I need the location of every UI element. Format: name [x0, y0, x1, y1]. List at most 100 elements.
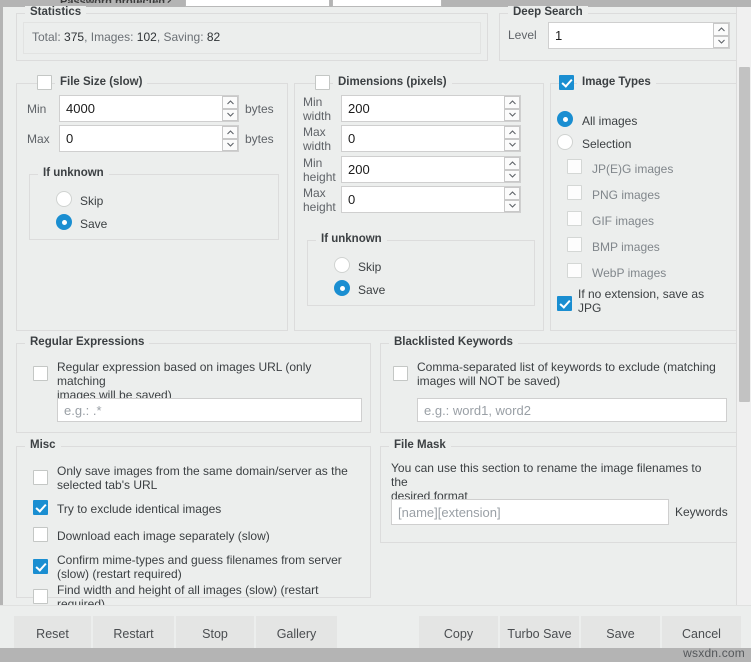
statistics-legend: Statistics — [25, 6, 87, 18]
dimensions-max-width-input[interactable] — [341, 125, 521, 152]
statistics-total-label: Total: — [32, 30, 61, 44]
regular-expressions-input[interactable] — [57, 398, 362, 422]
watermark: wsxdn.com — [683, 646, 745, 660]
file-size-if-unknown-radio-save[interactable] — [56, 214, 72, 230]
window-left-edge — [0, 7, 3, 662]
regular-expressions-checkbox[interactable] — [33, 366, 48, 381]
dimensions-min-height-input[interactable] — [341, 156, 521, 183]
top-clipped-field-2[interactable] — [332, 0, 442, 7]
file-size-enable-checkbox[interactable] — [37, 75, 52, 90]
dimensions-max-width-label: Max width — [303, 125, 332, 153]
spinner-up-icon[interactable] — [222, 126, 238, 139]
dimensions-if-unknown-radio-save[interactable] — [334, 280, 350, 296]
file-mask-input[interactable] — [391, 499, 669, 525]
file-size-if-unknown-radio-skip[interactable] — [56, 191, 72, 207]
image-types-label-all: All images — [582, 114, 638, 128]
spinner-down-icon[interactable] — [713, 35, 729, 48]
file-size-min-spinner[interactable] — [222, 96, 238, 121]
stop-button[interactable]: Stop — [176, 616, 254, 651]
file-size-if-unknown-label-skip: Skip — [80, 194, 104, 208]
misc-checkbox-same-domain[interactable] — [33, 470, 48, 485]
spinner-down-icon[interactable] — [504, 138, 520, 151]
spinner-up-icon[interactable] — [504, 187, 520, 200]
misc-checkbox-confirm-mime[interactable] — [33, 559, 48, 574]
dimensions-max-width-spinner[interactable] — [504, 126, 520, 151]
image-types-checkbox-jpeg[interactable] — [567, 159, 582, 174]
image-types-checkbox-gif[interactable] — [567, 211, 582, 226]
file-size-if-unknown-panel: If unknown Skip Save — [29, 167, 279, 240]
top-clipped-field-1[interactable] — [185, 0, 330, 7]
file-size-max-stepper[interactable] — [59, 125, 239, 152]
dimensions-min-width-spinner[interactable] — [504, 96, 520, 121]
blacklisted-keywords-checkbox[interactable] — [393, 366, 408, 381]
image-types-checkbox-no-extension[interactable] — [557, 296, 572, 311]
misc-checkbox-find-dimensions[interactable] — [33, 589, 48, 604]
spinner-down-icon[interactable] — [222, 138, 238, 151]
misc-label-download-separately: Download each image separately (slow) — [57, 529, 270, 543]
save-button[interactable]: Save — [581, 616, 660, 651]
statistics-images-label: Images: — [90, 30, 134, 44]
vertical-scrollbar[interactable] — [736, 7, 751, 605]
dimensions-min-height-stepper[interactable] — [341, 156, 521, 183]
image-types-enable-checkbox[interactable] — [559, 75, 574, 90]
copy-button[interactable]: Copy — [419, 616, 498, 651]
file-size-max-spinner[interactable] — [222, 126, 238, 151]
statistics-saving-value: 82 — [206, 30, 221, 44]
deep-search-level-stepper[interactable] — [548, 22, 730, 49]
spinner-down-icon[interactable] — [504, 169, 520, 182]
dimensions-enable-checkbox[interactable] — [315, 75, 330, 90]
gallery-button[interactable]: Gallery — [256, 616, 337, 651]
image-types-checkbox-bmp[interactable] — [567, 237, 582, 252]
dimensions-min-width-stepper[interactable] — [341, 95, 521, 122]
file-size-panel: File Size (slow) Min bytes Max bytes If … — [16, 75, 288, 331]
dimensions-if-unknown-legend: If unknown — [316, 233, 387, 245]
dimensions-max-height-stepper[interactable] — [341, 186, 521, 213]
statistics-saving-label: Saving: — [163, 30, 204, 44]
dimensions-max-height-spinner[interactable] — [504, 187, 520, 212]
deep-search-level-spinner[interactable] — [713, 23, 729, 48]
spinner-up-icon[interactable] — [504, 126, 520, 139]
top-clipped-strip: Password protected? — [0, 0, 751, 7]
restart-button[interactable]: Restart — [93, 616, 174, 651]
misc-checkbox-exclude-identical[interactable] — [33, 500, 48, 515]
dimensions-min-height-label: Min height — [303, 156, 336, 184]
turbo-save-button[interactable]: Turbo Save — [500, 616, 579, 651]
image-types-radio-all[interactable] — [557, 111, 573, 127]
image-types-legend: Image Types — [577, 76, 656, 88]
spinner-up-icon[interactable] — [504, 157, 520, 170]
regular-expressions-panel: Regular Expressions Regular expression b… — [16, 336, 371, 433]
statistics-panel: Statistics Total: 375, Images: 102, Savi… — [16, 6, 488, 61]
file-size-min-stepper[interactable] — [59, 95, 239, 122]
file-mask-description: You can use this section to rename the i… — [391, 461, 702, 503]
image-types-label-no-extension: If no extension, save as JPG — [578, 287, 705, 315]
blacklisted-keywords-input[interactable] — [417, 398, 727, 422]
image-types-radio-selection[interactable] — [557, 134, 573, 150]
dimensions-panel: Dimensions (pixels) Min width Max width … — [294, 75, 544, 331]
image-types-checkbox-png[interactable] — [567, 185, 582, 200]
spinner-down-icon[interactable] — [504, 199, 520, 212]
dimensions-legend: Dimensions (pixels) — [333, 76, 452, 88]
dimensions-max-height-label: Max height — [303, 186, 336, 214]
file-size-min-input[interactable] — [59, 95, 239, 122]
spinner-up-icon[interactable] — [222, 96, 238, 109]
file-mask-keywords-link[interactable]: Keywords — [675, 505, 728, 519]
image-types-checkbox-webp[interactable] — [567, 263, 582, 278]
spinner-up-icon[interactable] — [713, 23, 729, 36]
dimensions-if-unknown-radio-skip[interactable] — [334, 257, 350, 273]
scrollbar-thumb[interactable] — [739, 67, 750, 402]
reset-button[interactable]: Reset — [14, 616, 91, 651]
file-size-if-unknown-legend: If unknown — [38, 167, 109, 179]
dimensions-max-width-stepper[interactable] — [341, 125, 521, 152]
spinner-down-icon[interactable] — [504, 108, 520, 121]
deep-search-level-input[interactable] — [548, 22, 730, 49]
spinner-up-icon[interactable] — [504, 96, 520, 109]
dimensions-min-height-spinner[interactable] — [504, 157, 520, 182]
misc-checkbox-download-separately[interactable] — [33, 527, 48, 542]
misc-label-same-domain: Only save images from the same domain/se… — [57, 464, 348, 492]
dimensions-max-height-input[interactable] — [341, 186, 521, 213]
dimensions-min-width-input[interactable] — [341, 95, 521, 122]
spinner-down-icon[interactable] — [222, 108, 238, 121]
file-size-legend: File Size (slow) — [55, 76, 148, 88]
dimensions-if-unknown-panel: If unknown Skip Save — [307, 233, 535, 306]
file-size-max-input[interactable] — [59, 125, 239, 152]
